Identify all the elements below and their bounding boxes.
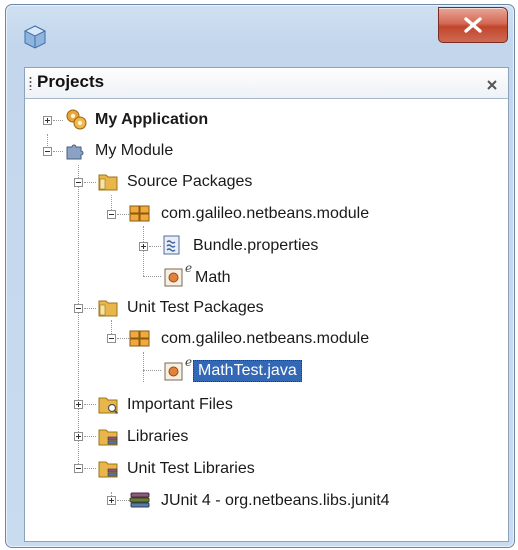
properties-file-icon xyxy=(161,234,183,256)
java-class-icon xyxy=(163,360,185,382)
collapse-toggle[interactable] xyxy=(43,147,52,156)
collapse-toggle[interactable] xyxy=(107,334,116,343)
collapse-toggle[interactable] xyxy=(74,464,83,473)
app-cube-icon xyxy=(23,25,47,49)
package-icon xyxy=(129,202,151,224)
panel-title: Projects xyxy=(37,72,105,91)
tree-label: Important Files xyxy=(127,396,233,413)
tree-label: JUnit 4 - org.netbeans.libs.junit4 xyxy=(161,492,390,509)
module-puzzle-icon xyxy=(65,140,87,162)
application-suite-icon xyxy=(65,108,87,130)
tree-label: Source Packages xyxy=(127,173,253,190)
projects-panel: Projects My Application My Module Source… xyxy=(24,67,509,542)
libraries-folder-icon xyxy=(97,425,119,447)
tree-label: com.galileo.netbeans.module xyxy=(161,205,370,222)
tree-label: Libraries xyxy=(127,428,189,445)
java-class-icon xyxy=(163,266,185,288)
expand-toggle[interactable] xyxy=(74,432,83,441)
panel-header[interactable]: Projects xyxy=(25,68,508,99)
test-badge: e xyxy=(185,355,193,369)
expand-toggle[interactable] xyxy=(139,242,148,251)
tree-label: My Module xyxy=(95,142,174,159)
tree-label: Math xyxy=(195,269,231,286)
source-folder-icon xyxy=(97,170,119,192)
library-books-icon xyxy=(129,489,151,511)
expand-toggle[interactable] xyxy=(107,496,116,505)
tree-label-selected: MathTest.java xyxy=(193,360,302,382)
tree-label: Unit Test Libraries xyxy=(127,460,255,477)
tree-label: Bundle.properties xyxy=(193,237,319,254)
tree-label: com.galileo.netbeans.module xyxy=(161,330,370,347)
expand-toggle[interactable] xyxy=(43,116,52,125)
close-icon xyxy=(464,17,482,33)
test-libraries-folder-icon xyxy=(97,457,119,479)
panel-close-icon[interactable] xyxy=(486,76,498,90)
package-icon xyxy=(129,327,151,349)
collapse-toggle[interactable] xyxy=(74,178,83,187)
project-tree: My Application My Module Source Packages… xyxy=(25,98,508,541)
collapse-toggle[interactable] xyxy=(74,304,83,313)
test-badge: e xyxy=(185,261,193,275)
collapse-toggle[interactable] xyxy=(107,210,116,219)
important-files-folder-icon xyxy=(97,393,119,415)
test-folder-icon xyxy=(97,296,119,318)
drag-grip-icon[interactable] xyxy=(29,76,32,90)
tree-label: My Application xyxy=(95,111,209,128)
expand-toggle[interactable] xyxy=(74,400,83,409)
tree-label: Unit Test Packages xyxy=(127,299,264,316)
window-close-button[interactable] xyxy=(438,7,508,43)
window-frame: Projects My Application My Module Source… xyxy=(5,4,515,548)
